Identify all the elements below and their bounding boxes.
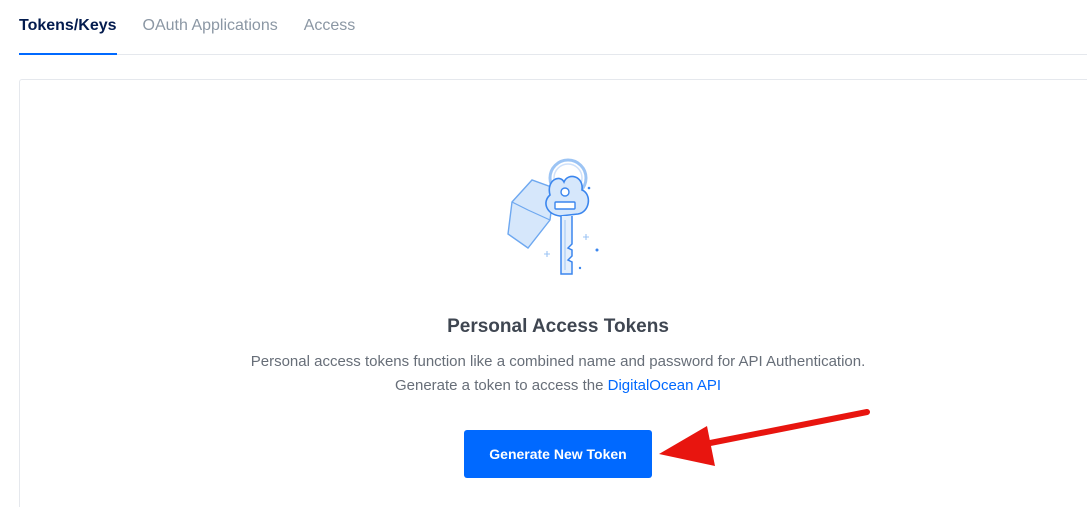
key-icon — [507, 158, 599, 275]
tab-oauth-applications[interactable]: OAuth Applications — [143, 0, 278, 54]
tab-tokens-keys[interactable]: Tokens/Keys — [19, 0, 117, 55]
empty-state-description: Personal access tokens function like a c… — [250, 353, 866, 370]
digitalocean-api-link[interactable]: DigitalOcean API — [608, 377, 721, 394]
tab-access[interactable]: Access — [304, 0, 356, 54]
red-arrow-annotation — [659, 409, 870, 466]
empty-state-description-line2: Generate a token to access the DigitalOc… — [0, 377, 1087, 394]
page: Tokens/Keys OAuth Applications Access Pe… — [0, 0, 1087, 507]
tab-bar: Tokens/Keys OAuth Applications Access — [19, 0, 1087, 55]
empty-state-title: Personal Access Tokens — [447, 316, 669, 337]
description-prefix: Generate a token to access the — [394, 377, 604, 394]
generate-new-token-button[interactable]: Generate New Token — [464, 430, 652, 478]
